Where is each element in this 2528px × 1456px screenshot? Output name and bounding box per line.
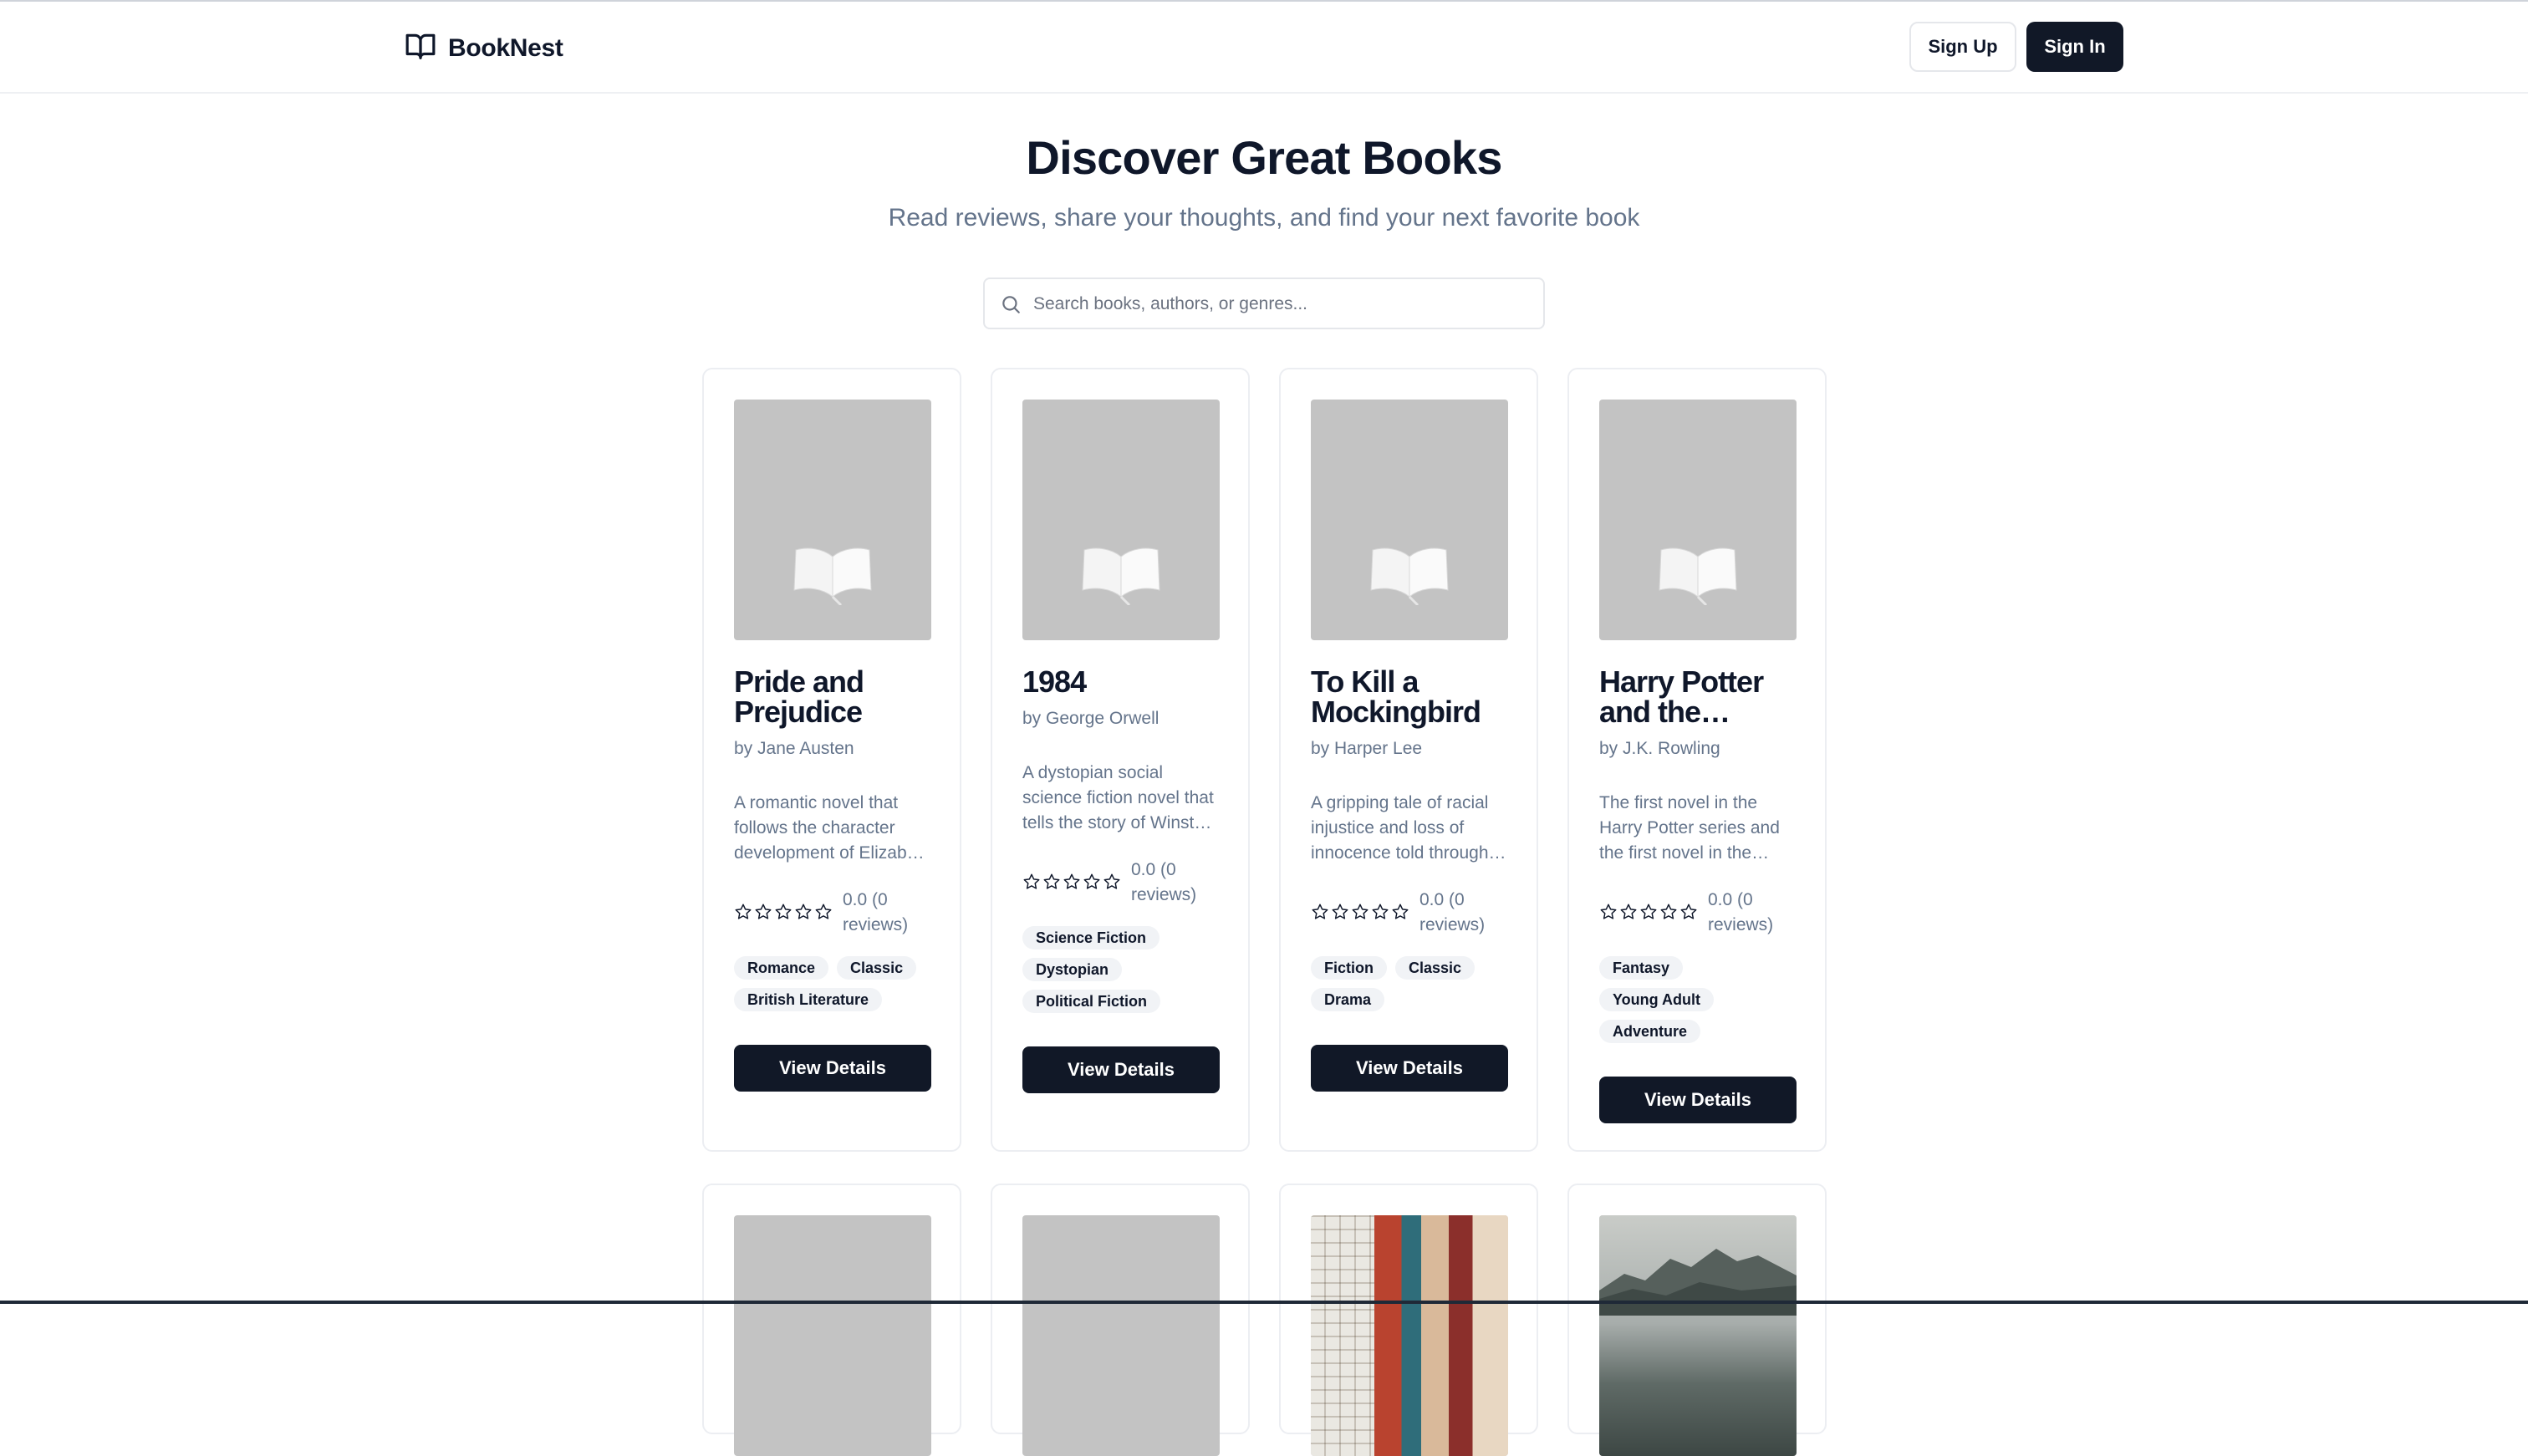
book-card [702,1184,961,1456]
genre-tag[interactable]: Classic [1395,956,1476,980]
sign-up-button[interactable]: Sign Up [1909,22,2016,72]
view-details-button[interactable]: View Details [734,1045,931,1092]
mountain-photo [1599,1215,1797,1456]
star-icon[interactable] [1063,873,1081,891]
star-icon[interactable] [1351,903,1369,921]
star-icon[interactable] [1371,903,1389,921]
book-card: Pride and Prejudice by Jane Austen A rom… [702,368,961,1152]
window-bottom-edge [0,1301,2528,1304]
bookshelf-photo [1311,1215,1508,1456]
genre-tag[interactable]: Adventure [1599,1020,1701,1043]
sign-in-button[interactable]: Sign In [2026,22,2123,72]
book-description: A romantic novel that follows the charac… [734,793,931,863]
book-author: by Harper Lee [1311,739,1423,758]
book-cover-image[interactable] [1599,1215,1797,1456]
star-icon[interactable] [1022,873,1041,891]
star-icon[interactable] [1659,903,1678,921]
book-title[interactable]: To Kill a Mockingbird [1311,667,1511,727]
genre-tag[interactable]: Fantasy [1599,956,1684,980]
genre-tag[interactable]: British Literature [734,988,883,1011]
book-title[interactable]: Harry Potter and the… [1599,667,1800,727]
star-icon[interactable] [1639,903,1658,921]
book-rating: 0.0 (0 reviews) [1599,888,1817,938]
book-author: by J.K. Rowling [1599,739,1720,758]
book-author: by George Orwell [1022,709,1160,728]
genre-tag[interactable]: Drama [1311,988,1385,1011]
book-cover-placeholder[interactable] [1022,1215,1220,1456]
genre-tags: Romance Classic British Literature [734,956,943,1011]
genre-tag[interactable]: Science Fiction [1022,926,1160,949]
book-author: by Jane Austen [734,739,854,758]
open-book-icon [405,30,436,66]
star-icon[interactable] [1391,903,1409,921]
genre-tag[interactable]: Political Fiction [1022,990,1161,1013]
book-card: Harry Potter and the… by J.K. Rowling Th… [1567,368,1827,1152]
book-title[interactable]: 1984 [1022,667,1223,697]
star-icon[interactable] [1599,903,1618,921]
star-icon[interactable] [1083,873,1101,891]
search-icon [1000,293,1022,315]
book-cover-placeholder[interactable] [734,400,931,640]
genre-tag[interactable]: Romance [734,956,829,980]
book-description: A dystopian social science fiction novel… [1022,763,1214,832]
genre-tags: Fantasy Young Adult Adventure [1599,956,1766,1043]
book-cover-placeholder[interactable] [734,1215,931,1456]
book-card [1279,1184,1538,1456]
book-cover-placeholder[interactable] [1022,400,1220,640]
star-icon[interactable] [734,903,752,921]
star-rating[interactable] [1022,873,1121,891]
open-book-icon [1082,547,1160,605]
view-details-button[interactable]: View Details [1599,1077,1797,1123]
book-card: To Kill a Mockingbird by Harper Lee A gr… [1279,368,1538,1152]
genre-tag[interactable]: Dystopian [1022,958,1123,981]
rating-value: 0.0 (0 reviews) [1419,890,1486,934]
book-rating: 0.0 (0 reviews) [1022,858,1240,908]
book-cover-placeholder[interactable] [1311,400,1508,640]
book-cover-placeholder[interactable] [1599,400,1797,640]
page-title: Discover Great Books [1026,131,1502,184]
open-book-icon [1370,547,1449,605]
book-cover-image[interactable] [1311,1215,1508,1456]
view-details-button[interactable]: View Details [1022,1046,1220,1093]
open-book-icon [1659,547,1737,605]
page-subtitle: Read reviews, share your thoughts, and f… [888,204,1640,232]
star-rating[interactable] [734,903,833,921]
book-card [991,1184,1250,1456]
star-icon[interactable] [754,903,772,921]
book-title[interactable]: Pride and Prejudice [734,667,935,727]
view-details-button[interactable]: View Details [1311,1045,1508,1092]
book-description: The first novel in the Harry Potter seri… [1599,793,1780,863]
book-card [1567,1184,1827,1456]
star-icon[interactable] [1311,903,1329,921]
star-icon[interactable] [774,903,793,921]
book-rating: 0.0 (0 reviews) [1311,888,1528,938]
star-icon[interactable] [1042,873,1061,891]
rating-value: 0.0 (0 reviews) [1131,860,1197,904]
search-input[interactable] [1033,286,1535,323]
star-rating[interactable] [1311,903,1409,921]
top-navbar: BookNest Sign Up Sign In [0,2,2528,94]
genre-tags: Science Fiction Dystopian Political Fict… [1022,926,1190,1013]
book-card: 1984 by George Orwell A dystopian social… [991,368,1250,1152]
open-book-icon [793,547,872,605]
brand-name: BookNest [448,33,563,62]
genre-tag[interactable]: Classic [837,956,917,980]
book-description: A gripping tale of racial injustice and … [1311,793,1489,863]
star-icon[interactable] [1331,903,1349,921]
star-icon[interactable] [814,903,833,921]
star-icon[interactable] [1679,903,1698,921]
search-bar[interactable] [983,277,1545,329]
book-rating: 0.0 (0 reviews) [734,888,951,938]
rating-value: 0.0 (0 reviews) [1708,890,1774,934]
star-icon[interactable] [794,903,813,921]
genre-tag[interactable]: Young Adult [1599,988,1714,1011]
star-icon[interactable] [1619,903,1638,921]
brand-logo[interactable]: BookNest [405,30,563,66]
rating-value: 0.0 (0 reviews) [843,890,909,934]
genre-tag[interactable]: Fiction [1311,956,1387,980]
star-rating[interactable] [1599,903,1698,921]
star-icon[interactable] [1103,873,1121,891]
genre-tags: Fiction Classic Drama [1311,956,1520,1011]
